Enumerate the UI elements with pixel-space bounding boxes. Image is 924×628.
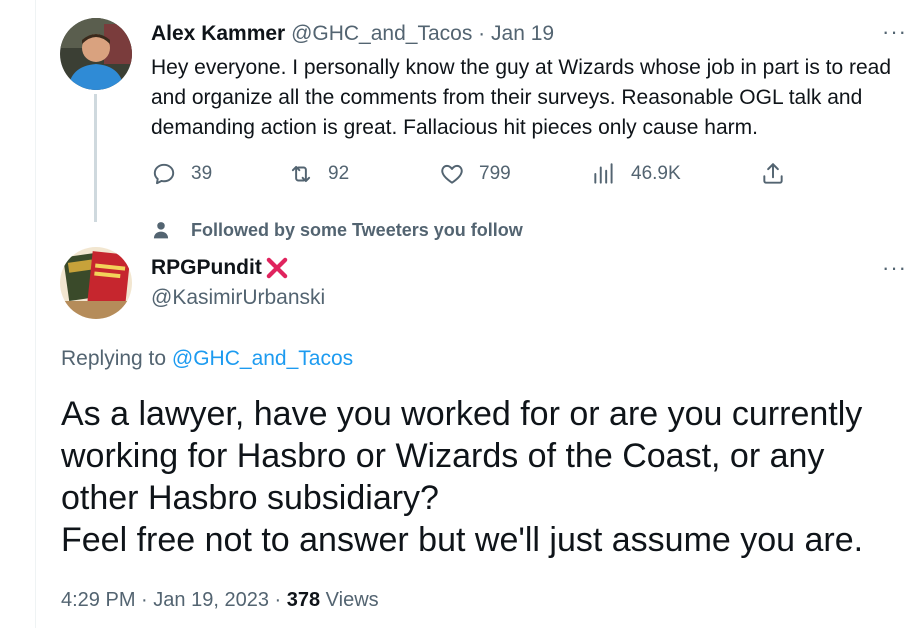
- tweet2-more-icon[interactable]: ···: [882, 257, 907, 279]
- like-icon: [441, 164, 463, 184]
- tweet1-separator: ·: [478, 22, 486, 45]
- thread-connector-line: [94, 94, 97, 222]
- tweet2-time[interactable]: 4:29 PM: [61, 589, 135, 611]
- tweet1-more-icon[interactable]: ···: [882, 21, 907, 43]
- tweet2-text: As a lawyer, have you worked for or are …: [61, 393, 911, 561]
- tweet2-views-label: Views: [325, 589, 379, 611]
- views-count: 46.9K: [631, 163, 681, 184]
- social-context: Followed by some Tweeters you follow: [151, 216, 523, 244]
- replying-prefix: Replying to: [61, 347, 167, 370]
- tweet1-header: Alex Kammer @GHC_and_Tacos · Jan 19: [151, 21, 554, 47]
- views-button[interactable]: 46.9K: [591, 158, 681, 190]
- tweet2-date[interactable]: Jan 19, 2023: [153, 589, 269, 611]
- column-divider: [35, 0, 36, 628]
- tweet2-text-line: other Hasbro subsidiary?: [61, 479, 439, 517]
- share-icon: [763, 163, 783, 184]
- meta-separator: ·: [274, 589, 282, 611]
- like-button[interactable]: 799: [439, 158, 511, 190]
- reply-button[interactable]: 39: [151, 158, 212, 190]
- replying-handle-link[interactable]: @GHC_and_Tacos: [172, 347, 353, 370]
- views-icon: [594, 163, 613, 184]
- tweet1-date[interactable]: Jan 19: [491, 22, 554, 45]
- tweet2-views-count: 378: [286, 589, 321, 611]
- replying-to: Replying to @GHC_and_Tacos: [61, 345, 353, 373]
- tweet1-author-name[interactable]: Alex Kammer: [151, 22, 285, 45]
- reply-count: 39: [191, 163, 213, 184]
- retweet-icon: [291, 165, 311, 183]
- reply-icon: [153, 163, 175, 185]
- avatar-rpgpundit[interactable]: [60, 247, 132, 319]
- tweet2-text-line: working for Hasbro or Wizards of the Coa…: [61, 437, 825, 475]
- tweet2-text-line: Feel free not to answer but we'll just a…: [61, 521, 864, 559]
- like-count: 799: [479, 163, 511, 184]
- retweet-count: 92: [328, 163, 350, 184]
- meta-separator: ·: [141, 589, 148, 611]
- tweet2-metadata: 4:29 PM · Jan 19, 2023 · 378 Views: [61, 586, 379, 614]
- tweet1-text: Hey everyone. I personally know the guy …: [151, 56, 892, 139]
- tweet2-author-name[interactable]: RPGPundit: [151, 255, 262, 281]
- tweet2-text-line: As a lawyer, have you worked for or are …: [61, 395, 863, 433]
- tweet2-author-handle[interactable]: @KasimirUrbanski: [151, 285, 325, 311]
- avatar-alex-kammer[interactable]: [60, 18, 132, 90]
- share-button[interactable]: [760, 158, 786, 190]
- tweet1-action-bar: 39 92 799 46.9K: [151, 158, 801, 190]
- tweet2-author[interactable]: RPGPundit: [151, 254, 291, 282]
- retweet-button[interactable]: 92: [288, 158, 349, 190]
- tweet-thread: Alex Kammer @GHC_and_Tacos · Jan 19 ··· …: [0, 0, 924, 628]
- person-icon: [153, 222, 169, 239]
- red-x-icon: [266, 257, 288, 279]
- social-context-text[interactable]: Followed by some Tweeters you follow: [191, 220, 523, 241]
- tweet1-author-handle[interactable]: @GHC_and_Tacos: [291, 22, 472, 45]
